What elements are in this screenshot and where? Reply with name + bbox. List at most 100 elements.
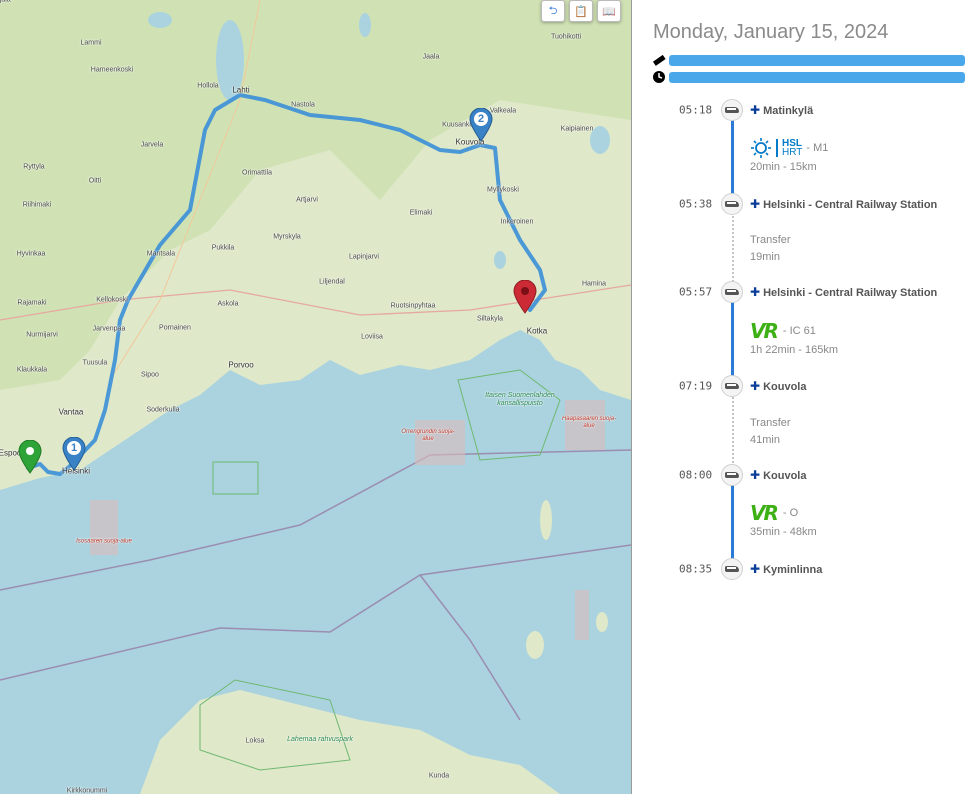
book-icon: 📖	[602, 5, 616, 18]
island	[526, 631, 544, 659]
clock-icon	[652, 70, 666, 84]
itinerary-panel: Monday, January 15, 2024 05:18 ✚ Matinkylä…	[632, 0, 965, 794]
place-label: Myllykoski	[487, 186, 519, 194]
start-marker[interactable]	[18, 440, 42, 474]
stop-label: Helsinki - Central Railway Station	[763, 199, 938, 211]
place-label: Mantsala	[146, 250, 176, 258]
leg-info: VR - IC 61 1h 22min - 165km	[750, 319, 839, 356]
train-icon	[721, 281, 743, 303]
place-label: Tuusula	[82, 359, 108, 367]
stop-name[interactable]: ✚ Kouvola	[750, 379, 806, 393]
reserve-label: Orrengrundin suoja-alue	[401, 429, 455, 442]
transfer-label: Transfer	[750, 234, 791, 246]
train-icon	[721, 464, 743, 486]
train-icon	[721, 375, 743, 397]
transfer-info: Transfer 19min	[750, 234, 791, 263]
place-label: Vantaa	[58, 407, 84, 417]
finland-flag-icon: ✚	[750, 468, 761, 482]
vr-logo: VR	[750, 319, 779, 343]
train-icon	[721, 558, 743, 580]
place-label: Porvoo	[228, 360, 254, 370]
stop-label: Kyminlinna	[763, 564, 823, 576]
map-pin-icon	[513, 280, 537, 314]
train-icon	[721, 99, 743, 121]
waypoint-2-marker[interactable]: 2	[469, 108, 493, 142]
distance-bar-row	[652, 53, 965, 67]
stop-name[interactable]: ✚ Kyminlinna	[750, 562, 822, 576]
clipboard-button[interactable]: 📋	[569, 0, 593, 22]
route-icon: ⮌	[548, 4, 558, 17]
place-label: Askola	[217, 300, 239, 308]
place-label: Hamina	[581, 280, 607, 288]
place-label: Riihimaki	[22, 201, 52, 209]
lake	[494, 251, 506, 269]
place-label: Elimaki	[409, 209, 433, 217]
lake	[359, 13, 371, 37]
place-label: Kaipiainen	[560, 125, 594, 133]
place-label: Ruotsinpyhtaa	[390, 302, 436, 310]
reserve-area	[575, 590, 589, 640]
leg-line	[731, 485, 734, 562]
stop-time: 08:35	[679, 562, 713, 576]
route-name: - IC 61	[782, 325, 816, 337]
place-label: Rajamaki	[17, 299, 47, 307]
park-label: Itaisen Suomenlahden kansallispuisto	[485, 392, 555, 407]
map-view[interactable]: Tuohikotti Jaala Lammi Hameenkoski Hollola La…	[0, 0, 631, 794]
leg-stats: 1h 22min - 165km	[750, 344, 839, 356]
place-label: Lahti	[232, 85, 250, 95]
stop-time: 05:18	[679, 103, 713, 117]
stop-name[interactable]: ✚ Matinkylä	[750, 103, 813, 117]
place-label: Liljendal	[319, 278, 345, 286]
territorial-border	[0, 544, 631, 681]
finland-flag-icon: ✚	[750, 285, 761, 299]
leg-info: HSL HRT - M1 20min - 15km	[750, 137, 828, 173]
waypoint-1-marker[interactable]: 1	[62, 437, 86, 471]
vr-logo: VR	[750, 501, 779, 525]
place-label: Artjarvi	[296, 196, 318, 204]
leg-info: VR - O 35min - 48km	[750, 501, 817, 538]
reserve-label: Haapasaaren suoja-alue	[561, 416, 617, 429]
island	[596, 612, 608, 632]
book-button[interactable]: 📖	[597, 0, 621, 22]
park-label: Lahemaa rahvuspark	[287, 736, 353, 743]
route-name: - O	[782, 507, 799, 519]
map-toolbar: ⮌ 📋 📖	[541, 0, 621, 22]
territorial-border	[419, 574, 521, 721]
clipboard-icon: 📋	[574, 5, 588, 18]
place-label: Pukkila	[211, 244, 235, 252]
hsl-logo: HSL HRT	[750, 137, 802, 159]
route-button[interactable]: ⮌	[541, 0, 565, 22]
finland-flag-icon: ✚	[750, 379, 761, 393]
duration-bar-row	[652, 70, 965, 84]
finland-flag-icon: ✚	[750, 197, 761, 211]
place-label: Lammi	[80, 39, 102, 47]
place-label: Orimattila	[242, 169, 272, 177]
leg-line	[731, 302, 734, 378]
park-area	[212, 461, 259, 495]
transfer-line	[732, 216, 734, 282]
transfer-info: Transfer 41min	[750, 417, 791, 446]
stop-name[interactable]: ✚ Helsinki - Central Railway Station	[750, 285, 937, 299]
train-icon	[721, 193, 743, 215]
place-label: Valkeala	[489, 107, 517, 115]
finland-flag-icon: ✚	[750, 562, 761, 576]
place-label: Nurmijarvi	[26, 331, 58, 339]
reserve-label: Isosaaren suoja-alue	[76, 538, 132, 545]
reserve-area	[90, 500, 118, 555]
place-label: Hollola	[197, 82, 219, 90]
place-label: Sipoo	[141, 371, 159, 379]
operator-name-secondary: HRT	[782, 147, 803, 158]
place-label: Oitti	[88, 177, 102, 185]
destination-marker[interactable]	[513, 280, 537, 314]
leg-stats: 20min - 15km	[750, 161, 817, 173]
stop-name[interactable]: ✚ Kouvola	[750, 468, 806, 482]
leg-stats: 35min - 48km	[750, 526, 817, 538]
place-label: Jarvela	[140, 141, 164, 149]
distance-bar	[669, 55, 965, 66]
place-label: Haljala	[0, 0, 11, 4]
map-pin-icon	[18, 440, 42, 474]
transfer-label: Transfer	[750, 417, 791, 429]
marker-label: 2	[477, 113, 485, 125]
stop-name[interactable]: ✚ Helsinki - Central Railway Station	[750, 197, 937, 211]
island	[540, 500, 552, 540]
